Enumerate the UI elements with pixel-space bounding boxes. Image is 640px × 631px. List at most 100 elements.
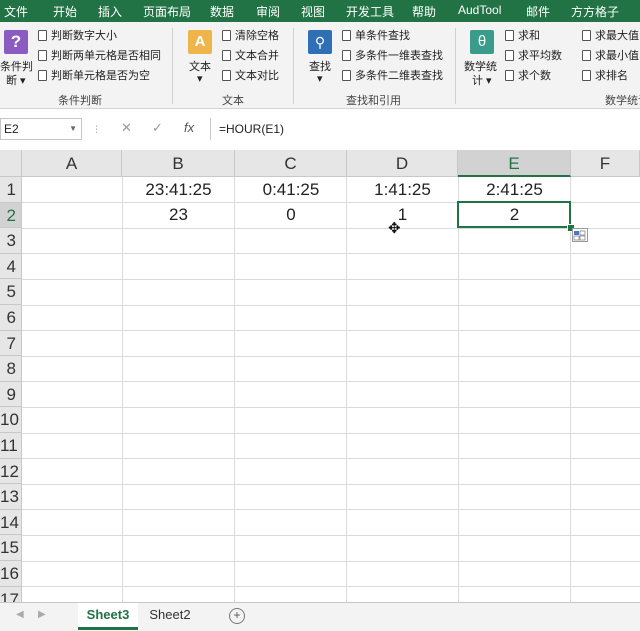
tab-home[interactable]: 开始 xyxy=(53,3,77,20)
tab-fangfang[interactable]: 方方格子 xyxy=(571,3,619,20)
row-header-11[interactable]: 11 xyxy=(0,433,22,459)
row-header-10[interactable]: 10 xyxy=(0,407,22,433)
gridline xyxy=(22,484,640,485)
tab-insert[interactable]: 插入 xyxy=(98,3,122,20)
tab-review[interactable]: 审阅 xyxy=(256,3,280,20)
multi-cond-1d-lookup[interactable]: 多条件一维表查找 xyxy=(342,48,443,64)
cond-judge-label-2: 断 ▾ xyxy=(6,75,26,87)
tab-help[interactable]: 帮助 xyxy=(412,3,436,20)
group-label-cond: 条件判断 xyxy=(58,95,102,107)
doc-icon xyxy=(222,70,231,81)
tab-page-layout[interactable]: 页面布局 xyxy=(143,3,191,20)
multi-cond-2d-lookup[interactable]: 多条件二维表查找 xyxy=(342,68,443,84)
sum-command[interactable]: 求和 xyxy=(505,28,540,44)
average-command[interactable]: 求平均数 xyxy=(505,48,562,64)
worksheet-grid[interactable]: A B C D E F 1 2 3 4 5 6 7 8 9 10 11 12 1… xyxy=(0,150,640,602)
tab-file[interactable]: 文件 xyxy=(4,3,28,20)
drag-handle-icon[interactable]: ⋮ xyxy=(92,124,101,135)
row-header-2[interactable]: 2 xyxy=(0,202,22,229)
row-header-7[interactable]: 7 xyxy=(0,330,22,357)
theta-icon: θ xyxy=(470,30,494,54)
question-icon: ? xyxy=(4,30,28,54)
gridline xyxy=(22,356,640,357)
magnifier-icon: ⚲ xyxy=(308,30,332,54)
row-header-14[interactable]: 14 xyxy=(0,509,22,536)
row-header-1[interactable]: 1 xyxy=(0,177,22,203)
cursor-icon: ✥ xyxy=(388,220,401,237)
doc-icon xyxy=(582,70,591,81)
quick-analysis-icon[interactable] xyxy=(572,228,588,242)
row-header-4[interactable]: 4 xyxy=(0,253,22,280)
cell-c2[interactable]: 0 xyxy=(235,202,347,227)
insert-function-icon[interactable]: fx xyxy=(184,120,194,135)
tab-developer[interactable]: 开发工具 xyxy=(346,3,394,20)
clear-spaces[interactable]: 清除空格 xyxy=(222,28,279,44)
prev-sheet-icon[interactable]: ◀ xyxy=(16,609,24,620)
doc-icon xyxy=(38,50,47,61)
judge-number-size[interactable]: 判断数字大小 xyxy=(38,28,117,44)
gridline xyxy=(122,177,123,602)
text-compare[interactable]: 文本对比 xyxy=(222,68,279,84)
cancel-icon[interactable]: ✕ xyxy=(121,120,132,136)
column-header-c[interactable]: C xyxy=(235,150,347,177)
column-header-e[interactable]: E xyxy=(458,150,571,177)
row-header-15[interactable]: 15 xyxy=(0,535,22,561)
group-label-lookup: 查找和引用 xyxy=(346,95,401,107)
gridline xyxy=(22,586,640,587)
min-command[interactable]: 求最小值 xyxy=(582,48,639,64)
row-header-17[interactable]: 17 xyxy=(0,586,22,602)
max-command[interactable]: 求最大值 xyxy=(582,28,639,44)
cell-c1[interactable]: 0:41:25 xyxy=(235,177,347,202)
tab-view[interactable]: 视图 xyxy=(301,3,325,20)
gridline xyxy=(22,509,640,510)
sheet-tab-sheet2[interactable]: Sheet2 xyxy=(140,603,200,627)
count-command[interactable]: 求个数 xyxy=(505,68,551,84)
row-header-6[interactable]: 6 xyxy=(0,305,22,331)
doc-icon xyxy=(222,30,231,41)
gridline xyxy=(22,433,640,434)
chevron-down-icon[interactable]: ▼ xyxy=(69,119,77,139)
add-sheet-icon[interactable]: + xyxy=(229,608,245,624)
row-header-13[interactable]: 13 xyxy=(0,484,22,510)
tab-data[interactable]: 数据 xyxy=(210,3,234,20)
text-dropdown-icon: ▾ xyxy=(197,73,203,85)
column-header-b[interactable]: B xyxy=(122,150,235,177)
tab-audtool[interactable]: AudTool xyxy=(458,3,501,17)
column-header-a[interactable]: A xyxy=(22,150,122,177)
text-merge[interactable]: 文本合并 xyxy=(222,48,279,64)
cell-e1[interactable]: 2:41:25 xyxy=(458,177,571,202)
row-header-16[interactable]: 16 xyxy=(0,561,22,587)
row-header-3[interactable]: 3 xyxy=(0,228,22,254)
row-header-9[interactable]: 9 xyxy=(0,381,22,408)
name-box[interactable]: E2 ▼ xyxy=(0,118,82,140)
math-stats-label-2: 计 ▾ xyxy=(472,75,492,87)
gridline xyxy=(22,458,640,459)
single-cond-lookup[interactable]: 单条件查找 xyxy=(342,28,410,44)
cell-d1[interactable]: 1:41:25 xyxy=(347,177,458,202)
group-separator xyxy=(455,28,456,104)
column-header-f[interactable]: F xyxy=(571,150,640,177)
gridline xyxy=(234,177,235,602)
judge-cells-same[interactable]: 判断两单元格是否相同 xyxy=(38,48,161,64)
column-header-d[interactable]: D xyxy=(347,150,458,177)
next-sheet-icon[interactable]: ▶ xyxy=(38,609,46,620)
cell-d2[interactable]: 1 xyxy=(347,202,458,227)
ribbon-tab-bar: 文件 开始 插入 页面布局 数据 审阅 视图 开发工具 帮助 AudTool 邮… xyxy=(0,0,640,22)
sheet-tab-sheet3[interactable]: Sheet3 xyxy=(78,603,138,630)
doc-icon xyxy=(505,70,514,81)
formula-input[interactable]: =HOUR(E1) xyxy=(210,118,640,140)
row-header-5[interactable]: 5 xyxy=(0,279,22,305)
tab-mail[interactable]: 邮件 xyxy=(526,3,550,20)
group-separator xyxy=(293,28,294,104)
selected-cell-border xyxy=(457,201,571,228)
cell-b2[interactable]: 23 xyxy=(122,202,235,227)
doc-icon xyxy=(38,70,47,81)
cell-b1[interactable]: 23:41:25 xyxy=(122,177,235,202)
gridline xyxy=(22,407,640,408)
row-header-8[interactable]: 8 xyxy=(0,356,22,382)
select-all-corner[interactable] xyxy=(0,150,22,177)
judge-cell-empty[interactable]: 判断单元格是否为空 xyxy=(38,68,150,84)
rank-command[interactable]: 求排名 xyxy=(582,68,628,84)
row-header-12[interactable]: 12 xyxy=(0,458,22,485)
enter-check-icon[interactable]: ✓ xyxy=(152,120,163,136)
